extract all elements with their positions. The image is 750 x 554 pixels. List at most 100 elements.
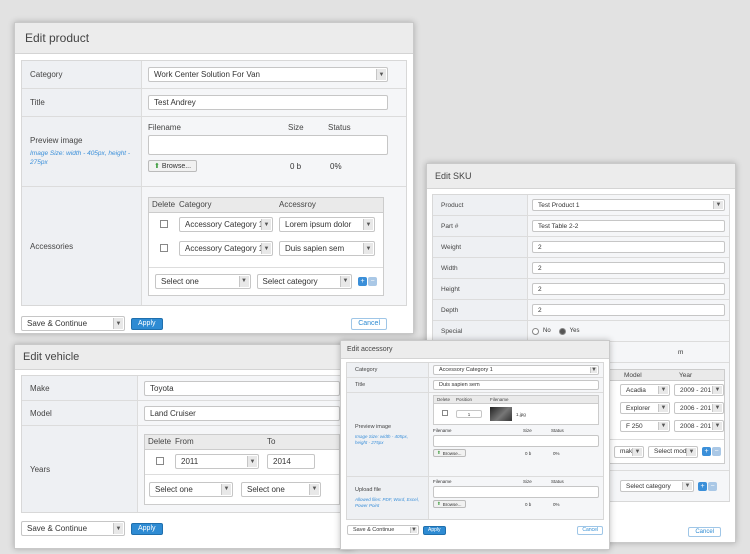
preview-label: Preview image: [30, 136, 83, 145]
product-select[interactable]: Test Product 1 ▼: [532, 199, 725, 211]
chevron-down-icon: ▼: [340, 275, 350, 287]
panel-title: Edit vehicle: [15, 345, 353, 370]
minus-icon[interactable]: −: [712, 447, 721, 456]
panel-title: Edit product: [15, 23, 413, 54]
delete-checkbox[interactable]: [156, 456, 164, 465]
minus-icon[interactable]: −: [368, 276, 377, 286]
to-year-select[interactable]: 2014: [267, 454, 315, 469]
position-input[interactable]: 1: [456, 410, 482, 418]
special-yes-radio[interactable]: [558, 327, 566, 335]
cancel-button[interactable]: Cancel: [351, 317, 387, 330]
sku-category-select[interactable]: Select category ▼: [620, 480, 694, 492]
edit-accessory-panel: Edit accessory Category Accessory Catego…: [340, 340, 610, 550]
cancel-button[interactable]: Cancel: [688, 527, 721, 537]
delete-header: Delete: [152, 200, 176, 209]
accessories-label: Accessories: [22, 187, 142, 305]
file-drop-area[interactable]: [148, 135, 388, 155]
title-input[interactable]: Duis sapien sem: [433, 380, 599, 390]
chevron-down-icon: ▼: [590, 367, 597, 373]
accessory-select[interactable]: Lorem ipsum dolor ▼: [279, 217, 375, 232]
plus-icon[interactable]: +: [698, 481, 707, 491]
sku-row: Product Test Product 1 ▼: [433, 195, 729, 216]
status-header: Status: [328, 123, 351, 132]
category-header: Category: [179, 200, 212, 209]
edit-product-panel: Edit product Category Work Center Soluti…: [14, 22, 414, 334]
from-year-select[interactable]: 2011 ▼: [175, 454, 259, 469]
make-label: Make: [22, 376, 138, 400]
upload-drop-area[interactable]: [433, 486, 599, 498]
browse-button[interactable]: ⬆ Browse...: [433, 449, 466, 457]
height-input[interactable]: 2: [532, 283, 725, 295]
upload-icon: ⬆: [437, 450, 441, 455]
accessories-row: Accessories Delete Category Accessroy Ac…: [22, 187, 406, 305]
delete-checkbox[interactable]: [442, 410, 448, 416]
new-accessory-select[interactable]: Select category ▼: [256, 273, 352, 289]
cancel-button[interactable]: Cancel: [577, 525, 603, 535]
panel-title: Edit SKU: [427, 164, 735, 189]
file-status: 0%: [330, 161, 342, 171]
table-row: 2011 ▼ 2014: [145, 450, 339, 474]
depth-input[interactable]: 2: [532, 304, 725, 316]
category-select[interactable]: Work Center Solution For Van ▼: [148, 67, 388, 82]
delete-checkbox[interactable]: [160, 219, 168, 228]
years-label: Years: [22, 426, 138, 512]
preview-row: Preview image Image Size: width - 405px,…: [22, 117, 406, 187]
chevron-down-icon: ▼: [712, 422, 722, 430]
vehicle-form: Make Toyota Model Land Cruiser Years Del…: [21, 375, 347, 513]
file-drop-area[interactable]: [433, 435, 599, 447]
panel-title: Edit accessory: [341, 341, 609, 359]
category-select[interactable]: Accessory Category 1 ▼: [433, 365, 599, 375]
chevron-down-icon: ▼: [658, 404, 668, 412]
new-category-select[interactable]: Select one ▼: [155, 273, 251, 289]
accessory-category-select[interactable]: Accessory Category 1 ▼: [179, 241, 273, 256]
weight-input[interactable]: 2: [532, 241, 725, 253]
make-input[interactable]: Toyota: [144, 380, 340, 396]
product-form: Category Work Center Solution For Van ▼ …: [21, 60, 407, 306]
save-mode-select[interactable]: Save & Continue ▼: [347, 525, 419, 535]
table-row: Accessory Category 1 ▼ Lorem ipsum dolor ▼: [149, 213, 383, 237]
plus-icon[interactable]: +: [358, 276, 367, 286]
part-number-input[interactable]: Test Table 2-2: [532, 220, 725, 232]
minus-icon[interactable]: −: [708, 481, 717, 491]
chevron-down-icon: ▼: [261, 243, 271, 254]
upload-icon: ⬆: [437, 501, 441, 506]
chevron-down-icon: ▼: [363, 219, 373, 230]
chevron-down-icon: ▼: [363, 243, 373, 254]
size-header: Size: [288, 123, 304, 132]
width-input[interactable]: 2: [532, 262, 725, 274]
years-table: Delete From To 2011 ▼ 2014 Select one ▼ Se…: [144, 433, 340, 505]
chevron-down-icon: ▼: [712, 386, 722, 394]
model-input[interactable]: Land Cruiser: [144, 405, 340, 421]
chevron-down-icon: ▼: [658, 386, 668, 394]
chevron-down-icon: ▼: [309, 483, 319, 495]
sku-row: Height 2: [433, 279, 729, 300]
chevron-down-icon: ▼: [113, 523, 123, 534]
accessory-select[interactable]: Duis sapien sem ▼: [279, 241, 375, 256]
edit-vehicle-panel: Edit vehicle Make Toyota Model Land Crui…: [14, 344, 354, 549]
chevron-down-icon: ▼: [113, 318, 123, 329]
chevron-down-icon: ▼: [686, 447, 696, 456]
chevron-down-icon: ▼: [713, 201, 723, 209]
category-label: Category: [22, 61, 142, 88]
preview-hint: Image Size: width - 405px, height - 275p…: [30, 150, 131, 166]
browse-button[interactable]: ⬆ Browse...: [148, 160, 198, 172]
accessory-header: Accessroy: [279, 200, 316, 209]
apply-button[interactable]: Apply: [131, 317, 163, 330]
chevron-down-icon: ▼: [376, 69, 386, 80]
chevron-down-icon: ▼: [658, 422, 668, 430]
special-no-radio[interactable]: [532, 327, 539, 335]
upload-icon: ⬆: [154, 163, 160, 170]
title-row: Title Test Andrey: [22, 89, 406, 117]
delete-checkbox[interactable]: [160, 243, 168, 252]
apply-button[interactable]: Apply: [423, 525, 446, 535]
sku-row: Width 2: [433, 258, 729, 279]
save-mode-select[interactable]: Save & Continue ▼: [21, 521, 125, 536]
table-row: 1 1.jpg: [434, 404, 598, 424]
title-input[interactable]: Test Andrey: [148, 95, 388, 110]
save-mode-select[interactable]: Save & Continue ▼: [21, 316, 125, 331]
upload-browse-button[interactable]: ⬆ Browse...: [433, 500, 466, 508]
apply-button[interactable]: Apply: [131, 522, 163, 535]
chevron-down-icon: ▼: [410, 527, 417, 533]
accessory-category-select[interactable]: Accessory Category 1 ▼: [179, 217, 273, 232]
plus-icon[interactable]: +: [702, 447, 711, 456]
